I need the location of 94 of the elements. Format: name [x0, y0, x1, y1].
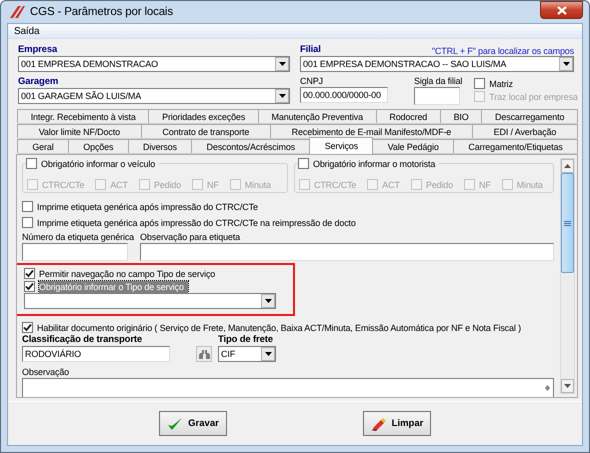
close-button[interactable] [540, 1, 583, 19]
tab[interactable]: Manutenção Preventiva [258, 109, 377, 123]
field-label: Garagem [18, 76, 58, 88]
tab[interactable]: Geral [17, 139, 69, 153]
checkbox-label: Obrigatório informar o motorista [312, 158, 436, 170]
tab[interactable]: Valor limite NF/Docto [17, 124, 142, 138]
caret-icon [264, 299, 272, 303]
checkbox[interactable] [22, 322, 33, 333]
scrollbar[interactable] [560, 158, 575, 394]
grip-icon [564, 220, 571, 226]
input-field[interactable]: RODOVIÁRIO [22, 346, 170, 362]
tab[interactable]: Integr. Recebimento à vista [17, 109, 150, 123]
arrow-down-icon [544, 388, 550, 391]
field-value: RODOVIÁRIO [25, 349, 82, 359]
window-title: CGS - Parâmetros por locais [30, 6, 174, 18]
search-button[interactable] [196, 346, 212, 362]
checkbox-label: Imprime etiqueta genérica após impressão do CTRC/CTe [37, 200, 258, 212]
dropdown-value: 001 EMPRESA DEMONSTRACAO [20, 59, 159, 69]
caret-icon [278, 62, 286, 66]
checkbox-label: Obrigatório informar o veículo [41, 158, 156, 170]
hint-text: "CTRL + F" para localizar os campos [432, 46, 574, 56]
dropdown[interactable]: 001 EMPRESA DEMONSTRACAO -- SAO LUIS/MA [300, 56, 574, 72]
checkbox[interactable] [22, 201, 33, 212]
field-label: Observação para etiqueta [140, 231, 242, 243]
checkbox-label: NF [478, 178, 491, 190]
dropdown-value: CIF [220, 349, 236, 359]
caret-icon [264, 352, 272, 356]
input-field[interactable] [414, 87, 460, 105]
checkbox-label: NF [207, 178, 219, 190]
tab[interactable]: Recebimento de E-mail Manifesto/MDF-e [270, 124, 473, 138]
checkbox-label: Pedido [426, 178, 453, 190]
checkbox-label: Minuta [516, 178, 543, 190]
checkbox[interactable] [26, 158, 37, 169]
caret-icon [278, 94, 286, 98]
field-label: Número da etiqueta genérica [22, 231, 134, 243]
input-field[interactable]: 00.000.000/0000-00 [300, 87, 388, 103]
eraser-icon [370, 416, 387, 430]
tab[interactable]: Carregamento/Etiquetas [453, 139, 578, 153]
input-field[interactable] [140, 243, 554, 261]
tab[interactable]: BIO [440, 109, 482, 123]
checkbox-label: CTRC/CTe [42, 178, 84, 190]
field-label: Sigla da filial [414, 75, 462, 87]
dropdown-value: 001 EMPRESA DEMONSTRACAO -- SAO LUIS/MA [302, 59, 508, 69]
dropdown[interactable]: 001 GARAGEM SÃO LUIS/MA [18, 88, 290, 104]
arrow-down-icon [564, 384, 571, 388]
field-label: Filial [300, 44, 321, 56]
checkbox-label: Habilitar documento originário ( Serviço de Frete, Manutenção, Baixa ACT/Minuta, Emissão Automática por NF e Nota Fiscal ) [37, 322, 521, 334]
tab[interactable]: Diversos [128, 139, 192, 153]
input-field[interactable] [22, 243, 128, 261]
checkbox[interactable] [24, 281, 35, 292]
dropdown[interactable] [24, 293, 276, 309]
checkbox-label: Obrigatório informar o Tipo de serviço [39, 280, 188, 292]
checkbox-label: Matriz [489, 78, 513, 90]
checkbox[interactable] [474, 78, 486, 89]
checkbox-label: Traz local por empresa [489, 90, 578, 102]
tab[interactable]: Prioridades exceções [148, 109, 259, 123]
checkbox[interactable] [24, 268, 35, 279]
dropdown[interactable]: 001 EMPRESA DEMONSTRACAO [18, 56, 290, 72]
tab[interactable]: Descarregamento [481, 109, 578, 123]
field-label: CNPJ [300, 75, 324, 87]
field-label: Classificação de transporte [22, 334, 144, 346]
field-label: Empresa [18, 44, 58, 56]
arrow-up-icon [544, 385, 550, 388]
save-button[interactable]: Gravar [159, 411, 227, 436]
checkbox-label: CTRC/CTe [314, 178, 356, 190]
app-logo-icon [9, 5, 25, 19]
tab[interactable]: Opções [68, 139, 129, 153]
tab[interactable]: Vale Pedágio [372, 139, 454, 153]
field-label: Observação [22, 366, 70, 378]
checkbox-label: Pedido [154, 178, 181, 190]
clear-button[interactable]: Limpar [363, 411, 431, 436]
field-value: 00.000.000/0000-00 [303, 90, 381, 100]
tab[interactable]: Rodocred [376, 109, 441, 123]
checkbox-label: Permitir navegação no campo Tipo de serviço [39, 268, 216, 280]
checkbox-label: ACT [382, 178, 400, 190]
caret-icon [562, 62, 570, 66]
checkbox-label: Minuta [244, 178, 271, 190]
checkbox-label: ACT [110, 178, 128, 190]
checkbox-label: Imprime etiqueta genérica após impressão do CTRC/CTe na reimpressão de docto [37, 216, 356, 228]
dropdown[interactable]: CIF [218, 346, 276, 362]
checkbox[interactable] [22, 217, 33, 228]
field-label: Tipo de frete [218, 334, 274, 346]
tab[interactable]: Contrato de transporte [140, 124, 271, 138]
checkbox[interactable] [298, 158, 309, 169]
text-area[interactable] [22, 378, 554, 397]
checkmark-icon [167, 416, 184, 430]
tab[interactable]: Serviços [309, 137, 374, 154]
close-icon [556, 6, 566, 14]
tab[interactable]: Descontos/Acréscimos [191, 139, 310, 153]
menu-item[interactable]: Saída [12, 26, 42, 36]
binoculars-icon [198, 350, 210, 358]
arrow-up-icon [564, 164, 571, 168]
dropdown-value: 001 GARAGEM SÃO LUIS/MA [20, 91, 142, 101]
tab[interactable]: EDI / Averbação [472, 124, 578, 138]
